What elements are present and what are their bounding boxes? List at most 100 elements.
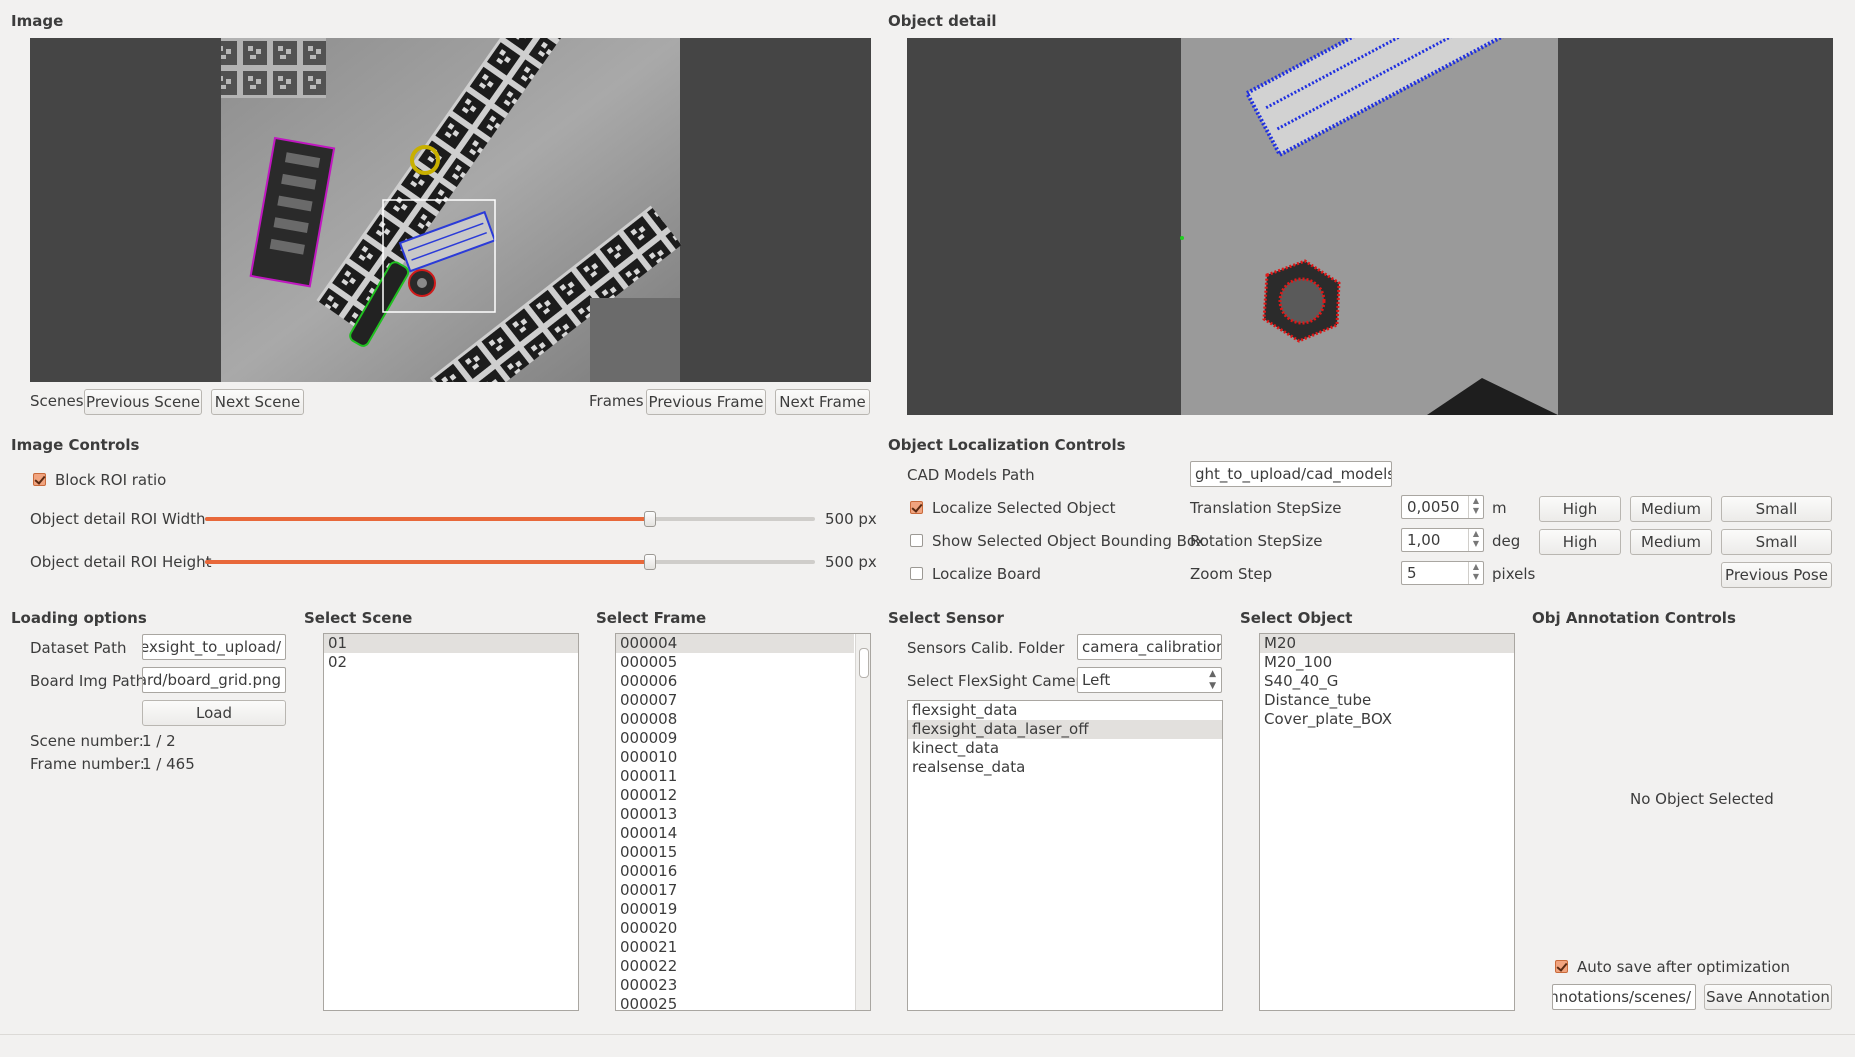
translation-medium-button[interactable]: Medium	[1630, 496, 1712, 522]
next-scene-button[interactable]: Next Scene	[211, 389, 304, 415]
next-frame-button[interactable]: Next Frame	[775, 389, 870, 415]
no-object-selected-text: No Object Selected	[1630, 790, 1774, 808]
zoom-step-spinbox[interactable]: 5 ▲ ▼	[1401, 561, 1484, 585]
localize-board-checkbox[interactable]	[910, 567, 923, 580]
list-item[interactable]: 000016	[616, 862, 854, 881]
scene-list[interactable]: 01 02	[323, 633, 579, 1011]
frame-number-value: 1 / 465	[142, 755, 195, 773]
rotation-stepsize-label: Rotation StepSize	[1190, 532, 1323, 550]
rotation-unit: deg	[1492, 532, 1521, 550]
list-item[interactable]: Cover_plate_BOX	[1260, 710, 1514, 729]
previous-scene-button[interactable]: Previous Scene	[84, 389, 202, 415]
frame-list[interactable]: 000004 000005 000006 000007 000008 000009 0000…	[615, 633, 871, 1011]
list-item[interactable]: 000021	[616, 938, 854, 957]
list-item[interactable]: 000025	[616, 995, 854, 1010]
previous-frame-button[interactable]: Previous Frame	[646, 389, 766, 415]
scrollbar-thumb[interactable]	[859, 648, 869, 678]
sensor-list[interactable]: flexsight_data flexsight_data_laser_off …	[907, 700, 1223, 1011]
save-annotation-button[interactable]: Save Annotation	[1704, 984, 1832, 1010]
board-img-path-label: Board Img Path	[30, 672, 146, 690]
spin-arrows-icon[interactable]: ▲ ▼	[1468, 562, 1483, 584]
sensors-calib-input[interactable]: camera_calibrations	[1077, 634, 1222, 660]
block-roi-checkbox[interactable]	[33, 473, 46, 486]
list-item[interactable]: 000022	[616, 957, 854, 976]
list-item[interactable]: 000013	[616, 805, 854, 824]
rotation-small-button[interactable]: Small	[1721, 529, 1832, 555]
object-detail-view[interactable]	[907, 38, 1833, 415]
list-item[interactable]: flexsight_data_laser_off	[908, 720, 1222, 739]
list-item[interactable]: S40_40_G	[1260, 672, 1514, 691]
board-img-path-input[interactable]: oard/board_grid.png	[142, 667, 286, 693]
select-sensor-title: Select Sensor	[888, 609, 1004, 627]
list-item[interactable]: 000007	[616, 691, 854, 710]
list-item[interactable]: 000010	[616, 748, 854, 767]
list-item[interactable]: 000017	[616, 881, 854, 900]
cad-models-path-input[interactable]: ght_to_upload/cad_models/	[1190, 461, 1392, 487]
list-item[interactable]: M20	[1260, 634, 1514, 653]
list-item[interactable]: 000015	[616, 843, 854, 862]
object-detail-title: Object detail	[888, 12, 997, 30]
frame-list-scrollbar[interactable]	[855, 634, 870, 1010]
list-item[interactable]: 000019	[616, 900, 854, 919]
scene-number-label: Scene number:	[30, 732, 144, 750]
localize-selected-label: Localize Selected Object	[932, 499, 1116, 517]
list-item[interactable]: 000011	[616, 767, 854, 786]
cad-models-label: CAD Models Path	[907, 466, 1035, 484]
translation-high-button[interactable]: High	[1539, 496, 1621, 522]
sensors-calib-label: Sensors Calib. Folder	[907, 639, 1065, 657]
status-bar	[0, 1034, 1855, 1057]
list-item[interactable]: kinect_data	[908, 739, 1222, 758]
roi-height-value: 500 px	[825, 553, 877, 571]
dataset-path-input[interactable]: /flexsight_to_upload	[142, 634, 286, 660]
camera-select[interactable]: Left ▲ ▼	[1077, 667, 1222, 693]
zoom-unit: pixels	[1492, 565, 1536, 583]
list-item[interactable]: 000006	[616, 672, 854, 691]
translation-unit: m	[1492, 499, 1507, 517]
previous-pose-button[interactable]: Previous Pose	[1721, 562, 1832, 588]
load-button[interactable]: Load	[142, 700, 286, 726]
scene-image-view[interactable]	[30, 38, 871, 382]
list-item[interactable]: 000009	[616, 729, 854, 748]
select-frame-title: Select Frame	[596, 609, 707, 627]
list-item[interactable]: 02	[324, 653, 578, 672]
roi-width-slider-fill	[205, 517, 650, 521]
roi-width-label: Object detail ROI Width	[30, 510, 206, 528]
list-item[interactable]: realsense_data	[908, 758, 1222, 777]
select-object-title: Select Object	[1240, 609, 1353, 627]
list-item[interactable]: M20_100	[1260, 653, 1514, 672]
camera-select-value: Left	[1082, 671, 1111, 689]
list-item[interactable]: 000005	[616, 653, 854, 672]
list-item[interactable]: 000012	[616, 786, 854, 805]
list-item[interactable]: 01	[324, 634, 578, 653]
annotation-path-input[interactable]: /annotations/scenes	[1552, 984, 1696, 1010]
spin-arrows-icon[interactable]: ▲ ▼	[1468, 529, 1483, 551]
loading-options-title: Loading options	[11, 609, 147, 627]
select-camera-label: Select FlexSight Camera	[907, 672, 1091, 690]
list-item[interactable]: 000008	[616, 710, 854, 729]
frames-label: Frames	[589, 392, 644, 410]
object-localization-title: Object Localization Controls	[888, 436, 1126, 454]
obj-annotation-title: Obj Annotation Controls	[1532, 609, 1736, 627]
rotation-medium-button[interactable]: Medium	[1630, 529, 1712, 555]
rotation-high-button[interactable]: High	[1539, 529, 1621, 555]
chevron-updown-icon: ▲ ▼	[1209, 669, 1216, 691]
localize-selected-checkbox[interactable]	[910, 501, 923, 514]
list-item[interactable]: 000023	[616, 976, 854, 995]
translation-stepsize-spinbox[interactable]: 0,0050 ▲ ▼	[1401, 495, 1484, 519]
list-item[interactable]: 000004	[616, 634, 854, 653]
rotation-stepsize-spinbox[interactable]: 1,00 ▲ ▼	[1401, 528, 1484, 552]
roi-height-slider-fill	[205, 560, 650, 564]
auto-save-checkbox[interactable]	[1555, 960, 1568, 973]
zoom-step-label: Zoom Step	[1190, 565, 1273, 583]
translation-small-button[interactable]: Small	[1721, 496, 1832, 522]
roi-height-slider-handle[interactable]	[644, 554, 656, 570]
list-item[interactable]: 000020	[616, 919, 854, 938]
show-bbox-checkbox[interactable]	[910, 534, 923, 547]
list-item[interactable]: 000014	[616, 824, 854, 843]
list-item[interactable]: Distance_tube	[1260, 691, 1514, 710]
roi-width-value: 500 px	[825, 510, 877, 528]
list-item[interactable]: flexsight_data	[908, 701, 1222, 720]
object-list[interactable]: M20 M20_100 S40_40_G Distance_tube Cover…	[1259, 633, 1515, 1011]
spin-arrows-icon[interactable]: ▲ ▼	[1468, 496, 1483, 518]
roi-width-slider-handle[interactable]	[644, 511, 656, 527]
